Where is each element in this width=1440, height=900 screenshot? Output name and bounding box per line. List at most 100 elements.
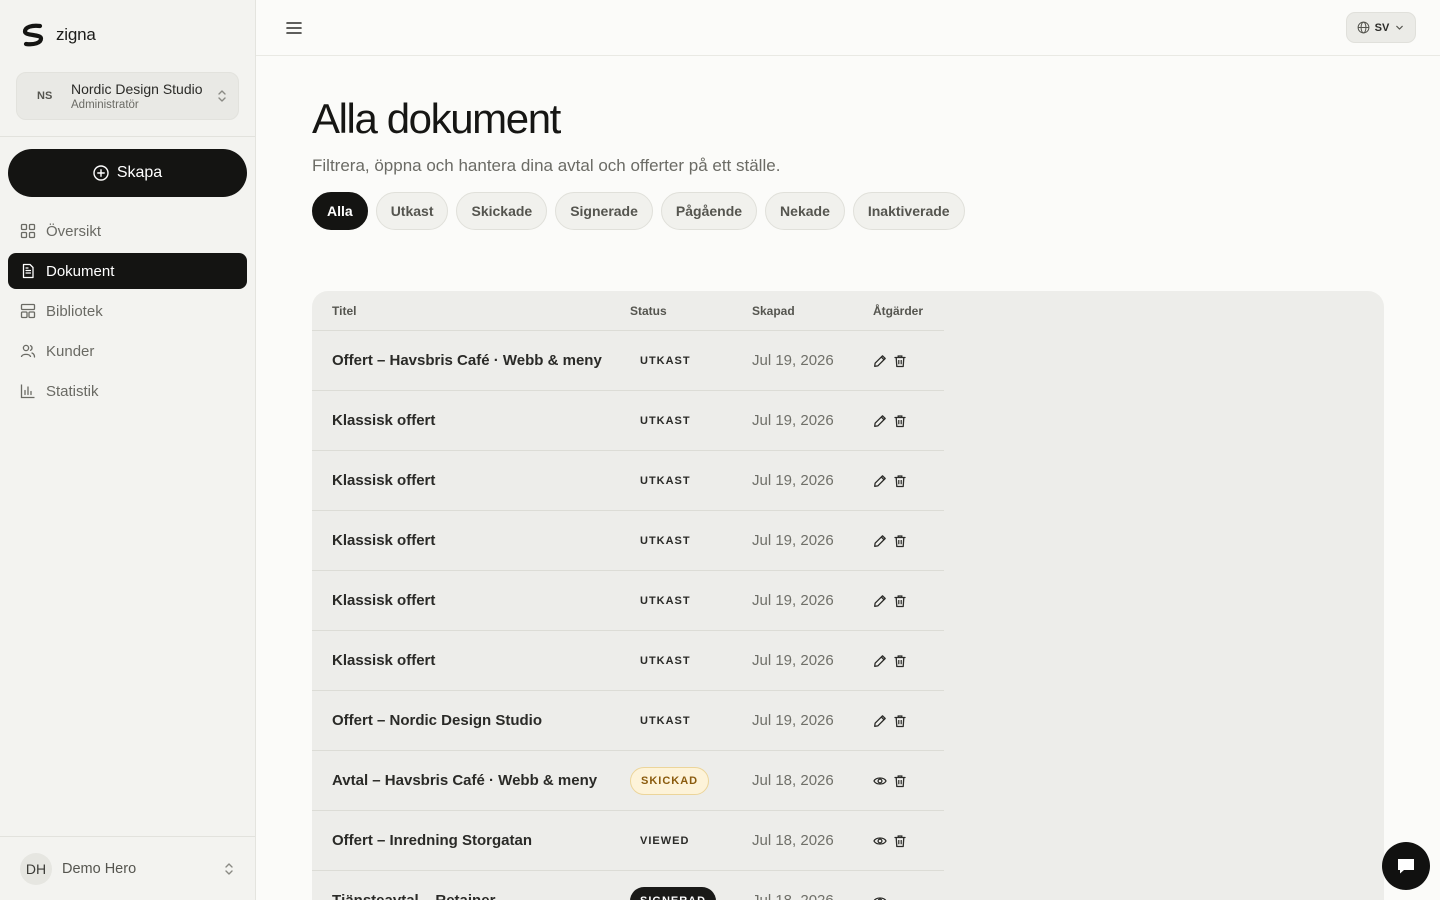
- organization-switcher[interactable]: NS Nordic Design Studio Administratör: [16, 72, 239, 120]
- view-button[interactable]: [873, 774, 887, 788]
- document-title[interactable]: Klassisk offert: [312, 472, 610, 489]
- chevron-down-icon: [1396, 25, 1404, 30]
- pencil-icon: [873, 714, 887, 728]
- row-actions: [853, 714, 944, 728]
- trash-icon: [893, 714, 907, 728]
- delete-button[interactable]: [893, 834, 907, 848]
- status-badge: SIGNERAD: [630, 886, 717, 900]
- table-row[interactable]: Klassisk offert UTKAST Jul 19, 2026: [312, 631, 944, 691]
- language-selector[interactable]: SV: [1346, 12, 1416, 43]
- column-header-title[interactable]: Titel: [312, 304, 610, 318]
- document-title[interactable]: Tjänsteavtal – Retainer: [312, 892, 610, 900]
- sidebar-item-oversikt[interactable]: Översikt: [8, 213, 247, 249]
- filter-skickade[interactable]: Skickade: [456, 192, 548, 230]
- sidebar-item-bibliotek[interactable]: Bibliotek: [8, 293, 247, 329]
- filter-utkast[interactable]: Utkast: [375, 192, 449, 230]
- row-actions: [853, 654, 944, 668]
- table-row[interactable]: Klassisk offert UTKAST Jul 19, 2026: [312, 451, 944, 511]
- trash-icon: [893, 774, 907, 788]
- chevron-up-down-icon: [225, 862, 233, 875]
- status-filters: Alla Utkast Skickade Signerade Pågående …: [312, 192, 965, 230]
- sidebar-item-label: Bibliotek: [46, 302, 103, 320]
- user-menu[interactable]: DH Demo Hero: [0, 836, 255, 900]
- documents-table: Titel Status Skapad Åtgärder Offert – Ha…: [312, 291, 944, 900]
- library-icon: [20, 303, 36, 319]
- edit-button[interactable]: [873, 654, 887, 668]
- sidebar-item-dokument[interactable]: Dokument: [8, 253, 247, 289]
- filter-pagaende[interactable]: Pågående: [660, 192, 758, 230]
- grid-icon: [20, 223, 36, 239]
- document-title[interactable]: Klassisk offert: [312, 412, 610, 429]
- delete-button[interactable]: [893, 414, 907, 428]
- view-button[interactable]: [873, 834, 887, 848]
- document-title[interactable]: Offert – Inredning Storgatan: [312, 832, 610, 849]
- created-date: Jul 19, 2026: [752, 652, 834, 669]
- sidebar-nav: Översikt Dokument Bibliotek Kunder Stati…: [8, 213, 247, 413]
- trash-icon: [893, 654, 907, 668]
- sidebar-divider: [0, 136, 255, 137]
- edit-button[interactable]: [873, 354, 887, 368]
- create-button[interactable]: Skapa: [8, 149, 247, 197]
- delete-button[interactable]: [893, 774, 907, 788]
- table-row[interactable]: Klassisk offert UTKAST Jul 19, 2026: [312, 391, 944, 451]
- trash-icon: [893, 834, 907, 848]
- created-date: Jul 19, 2026: [752, 472, 834, 489]
- created-date: Jul 19, 2026: [752, 412, 834, 429]
- created-date: Jul 18, 2026: [732, 892, 853, 900]
- edit-button[interactable]: [873, 594, 887, 608]
- table-row[interactable]: Avtal – Havsbris Café · Webb & meny SKICK…: [312, 751, 944, 811]
- filter-inaktiverade[interactable]: Inaktiverade: [852, 192, 965, 230]
- table-row[interactable]: Klassisk offert UTKAST Jul 19, 2026: [312, 511, 944, 571]
- created-date: Jul 19, 2026: [752, 532, 834, 549]
- avatar: DH: [20, 852, 52, 885]
- sidebar-item-kunder[interactable]: Kunder: [8, 333, 247, 369]
- globe-icon: [1357, 21, 1370, 34]
- document-title[interactable]: Klassisk offert: [312, 652, 610, 669]
- table-row[interactable]: Offert – Inredning Storgatan VIEWED Jul 18…: [312, 811, 944, 871]
- row-actions: [853, 354, 944, 368]
- trash-icon: [893, 594, 907, 608]
- edit-button[interactable]: [873, 714, 887, 728]
- created-date: Jul 19, 2026: [752, 352, 834, 369]
- view-button[interactable]: [873, 894, 887, 900]
- status-badge: UTKAST: [640, 714, 691, 727]
- filter-alla[interactable]: Alla: [312, 192, 368, 230]
- filter-signerade[interactable]: Signerade: [555, 192, 653, 230]
- pencil-icon: [873, 414, 887, 428]
- hamburger-menu-icon: [286, 22, 302, 34]
- delete-button[interactable]: [893, 534, 907, 548]
- table-row[interactable]: Offert – Havsbris Café · Webb & meny UTKA…: [312, 331, 944, 391]
- row-actions: [853, 594, 944, 608]
- edit-button[interactable]: [873, 534, 887, 548]
- page-title: Alla dokument: [312, 95, 561, 142]
- document-title[interactable]: Offert – Havsbris Café · Webb & meny: [312, 352, 610, 369]
- document-title[interactable]: Klassisk offert: [312, 532, 610, 549]
- delete-button[interactable]: [893, 594, 907, 608]
- delete-button[interactable]: [893, 354, 907, 368]
- filter-nekade[interactable]: Nekade: [765, 192, 845, 230]
- trash-icon: [893, 534, 907, 548]
- document-title[interactable]: Offert – Nordic Design Studio: [312, 712, 610, 729]
- table-row[interactable]: Offert – Nordic Design Studio UTKAST Jul 1…: [312, 691, 944, 751]
- sidebar-item-label: Statistik: [46, 382, 99, 400]
- table-row[interactable]: Tjänsteavtal – Retainer SIGNERAD Jul 18, 2…: [312, 871, 944, 900]
- column-header-created[interactable]: Skapad: [732, 304, 853, 318]
- sidebar-item-statistik[interactable]: Statistik: [8, 373, 247, 409]
- document-title[interactable]: Avtal – Havsbris Café · Webb & meny: [312, 772, 610, 789]
- column-header-actions: Åtgärder: [873, 303, 924, 318]
- table-row[interactable]: Klassisk offert UTKAST Jul 19, 2026: [312, 571, 944, 631]
- delete-button[interactable]: [893, 474, 907, 488]
- brand[interactable]: zigna: [20, 22, 96, 48]
- status-badge: UTKAST: [640, 534, 691, 547]
- eye-icon: [873, 894, 887, 900]
- pencil-icon: [873, 534, 887, 548]
- document-title[interactable]: Klassisk offert: [312, 592, 610, 609]
- row-actions: [853, 414, 944, 428]
- delete-button[interactable]: [893, 654, 907, 668]
- chat-launcher-button[interactable]: [1382, 842, 1430, 890]
- menu-toggle-button[interactable]: [284, 18, 304, 38]
- edit-button[interactable]: [873, 474, 887, 488]
- edit-button[interactable]: [873, 414, 887, 428]
- delete-button[interactable]: [893, 714, 907, 728]
- column-header-status[interactable]: Status: [610, 304, 732, 318]
